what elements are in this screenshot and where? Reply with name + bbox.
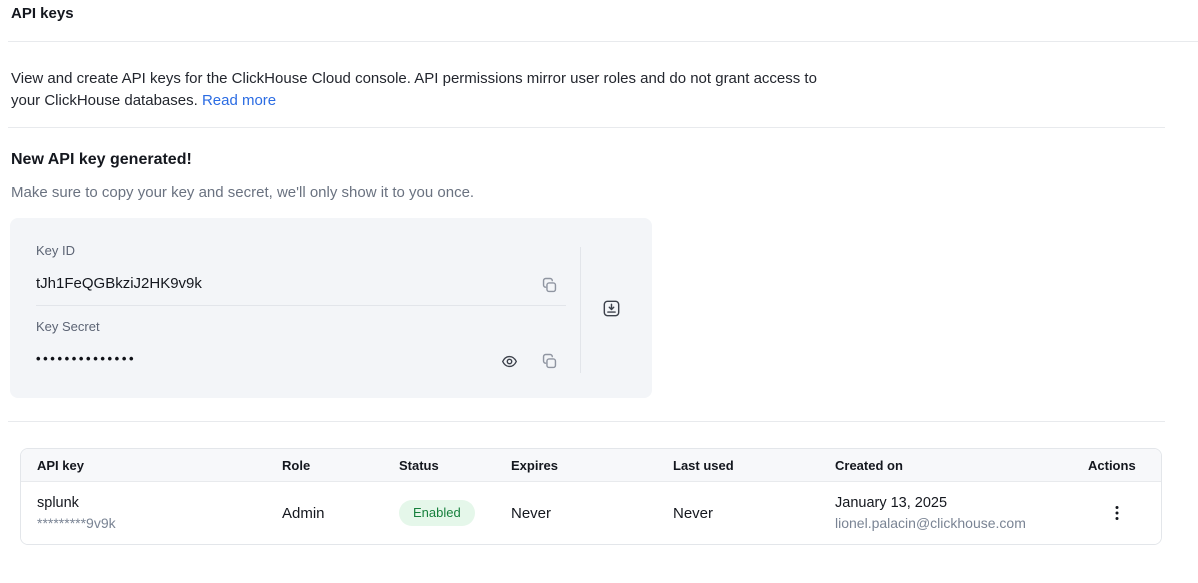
new-key-card: Key ID tJh1FeQGBkziJ2HK9v9k Key Secret •… [10,218,652,398]
table-header-row: API key Role Status Expires Last used Cr… [21,449,1161,482]
copy-icon [541,353,558,370]
page-title: API keys [11,5,74,22]
copy-icon [541,277,558,294]
description-line2: your ClickHouse databases. [11,92,198,109]
column-header-created-on: Created on [819,458,1072,473]
cell-actions [1072,501,1161,525]
cell-role: Admin [266,505,383,522]
api-keys-table: API key Role Status Expires Last used Cr… [20,448,1162,545]
column-header-api-key: API key [21,458,266,473]
created-date: January 13, 2025 [835,493,1072,513]
cell-status: Enabled [383,500,495,526]
key-secret-masked-value: •••••••••••••• [36,351,136,366]
table-row: splunk *********9v9k Admin Enabled Never… [21,482,1161,544]
cell-last-used: Never [657,505,819,522]
api-keys-page: API keys View and create API keys for th… [0,0,1198,583]
cell-api-key: splunk *********9v9k [21,493,266,533]
column-header-expires: Expires [495,458,657,473]
read-more-link[interactable]: Read more [202,92,276,109]
divider-above-table [8,421,1165,422]
download-icon [602,299,621,318]
column-header-actions: Actions [1072,458,1161,473]
column-header-role: Role [266,458,383,473]
column-header-last-used: Last used [657,458,819,473]
api-key-masked: *********9v9k [37,513,266,533]
copy-key-secret-button[interactable] [537,349,561,373]
column-header-status: Status [383,458,495,473]
key-id-label: Key ID [36,243,75,258]
key-card-divider [36,305,566,306]
download-credentials-button[interactable] [599,296,623,320]
divider-under-description [8,127,1165,128]
row-actions-menu-button[interactable] [1105,501,1129,525]
divider-under-title [8,41,1198,42]
eye-icon [501,353,518,370]
page-description: View and create API keys for the ClickHo… [11,68,911,111]
key-id-value: tJh1FeQGBkziJ2HK9v9k [36,275,202,292]
new-key-banner-title: New API key generated! [11,151,192,169]
cell-created-on: January 13, 2025 lionel.palacin@clickhou… [819,493,1072,533]
key-card-vertical-divider [580,247,581,373]
created-by-email: lionel.palacin@clickhouse.com [835,513,1072,533]
copy-key-id-button[interactable] [537,273,561,297]
cell-expires: Never [495,505,657,522]
kebab-menu-icon [1115,505,1119,521]
reveal-secret-button[interactable] [497,349,521,373]
status-badge: Enabled [399,500,475,526]
key-secret-label: Key Secret [36,319,100,334]
description-line1: View and create API keys for the ClickHo… [11,70,817,87]
api-key-name: splunk [37,493,266,513]
new-key-banner-subtitle: Make sure to copy your key and secret, w… [11,184,474,201]
